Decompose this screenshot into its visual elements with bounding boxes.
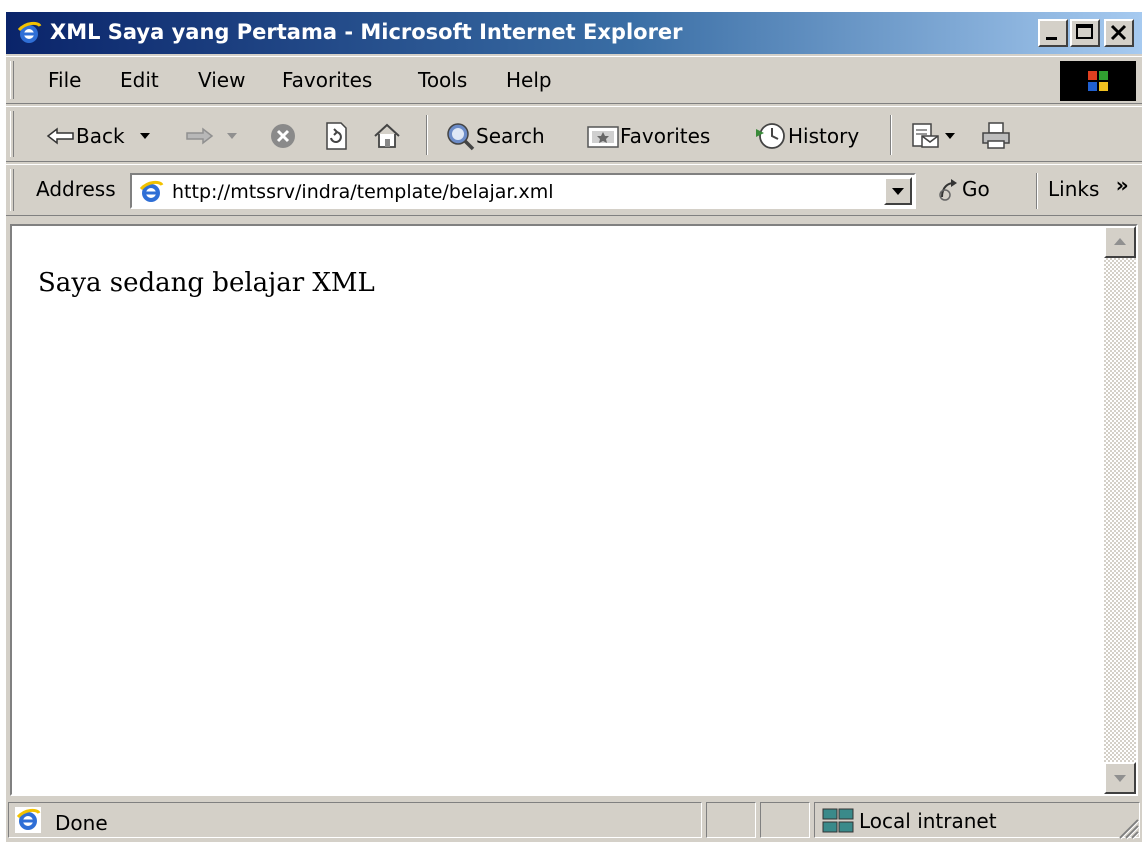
mail-icon — [912, 123, 939, 148]
address-label: Address — [36, 177, 116, 201]
security-zone-text: Local intranet — [859, 809, 997, 833]
title-bar[interactable]: XML Saya yang Pertama - Microsoft Intern… — [6, 12, 1142, 54]
forward-button[interactable] — [184, 121, 238, 151]
maximize-button[interactable] — [1070, 19, 1100, 47]
page-content[interactable]: Saya sedang belajar XML — [10, 224, 1138, 796]
favorites-label: Favorites — [620, 124, 711, 148]
browser-window: XML Saya yang Pertama - Microsoft Intern… — [6, 12, 1142, 842]
search-label: Search — [476, 124, 545, 148]
status-text: Done — [55, 811, 108, 835]
address-bar: Address Go — [6, 164, 1142, 216]
stop-icon — [271, 124, 295, 148]
links-separator — [1036, 173, 1038, 209]
vertical-scrollbar[interactable] — [1104, 226, 1136, 794]
scroll-down-button[interactable] — [1104, 762, 1136, 794]
links-label: Links — [1048, 177, 1100, 201]
arrow-up-icon — [1114, 238, 1126, 245]
forward-arrow-icon — [186, 127, 214, 145]
print-button[interactable] — [980, 121, 1012, 151]
windows-logo-icon — [1060, 61, 1136, 101]
history-button[interactable]: History — [754, 121, 859, 151]
search-button[interactable]: Search — [444, 121, 545, 151]
menu-view[interactable]: View — [198, 68, 245, 92]
status-pane-main: Done — [8, 802, 702, 838]
status-pane-security — [760, 802, 810, 838]
address-field[interactable] — [130, 173, 916, 209]
go-button[interactable]: Go — [938, 177, 990, 201]
menu-help[interactable]: Help — [506, 68, 552, 92]
home-button[interactable] — [372, 121, 402, 151]
status-bar: Done Local intranet — [6, 798, 1142, 842]
stop-button[interactable] — [268, 121, 298, 151]
refresh-icon — [326, 122, 347, 150]
toolbar-grip[interactable] — [10, 111, 14, 157]
arrow-down-icon — [1114, 775, 1126, 782]
scroll-up-button[interactable] — [1104, 226, 1136, 258]
window-title: XML Saya yang Pertama - Microsoft Intern… — [50, 20, 683, 44]
minimize-button[interactable] — [1038, 19, 1068, 47]
toolbar-separator — [426, 115, 428, 155]
back-button[interactable]: Back — [46, 121, 151, 151]
menu-bar: File Edit View Favorites Tools Help — [6, 56, 1142, 104]
home-icon — [374, 123, 400, 148]
favorites-icon — [587, 126, 619, 148]
page-body-text: Saya sedang belajar XML — [38, 268, 375, 298]
resize-grip-icon[interactable] — [1112, 812, 1140, 840]
ie-logo-icon — [17, 21, 42, 43]
search-icon — [447, 123, 475, 151]
done-page-icon — [15, 807, 41, 833]
minimize-icon — [1046, 37, 1057, 40]
intranet-zone-icon — [822, 808, 854, 833]
toolbar-separator-2 — [890, 115, 892, 155]
close-button[interactable] — [1104, 19, 1134, 47]
back-label: Back — [76, 124, 125, 148]
back-arrow-icon — [46, 127, 74, 145]
menu-tools[interactable]: Tools — [418, 68, 467, 92]
history-label: History — [788, 124, 860, 148]
address-dropdown-button[interactable] — [884, 177, 912, 205]
printer-icon — [982, 122, 1010, 149]
forward-dropdown-icon[interactable] — [226, 131, 238, 141]
maximize-icon — [1076, 24, 1093, 39]
chevron-down-icon — [892, 188, 904, 195]
address-input[interactable] — [172, 179, 832, 205]
close-icon — [1110, 24, 1127, 41]
back-dropdown-icon[interactable] — [139, 131, 151, 141]
links-chevron[interactable]: » — [1116, 173, 1129, 197]
history-icon — [756, 123, 785, 149]
status-pane-zone[interactable]: Local intranet — [814, 802, 1140, 838]
refresh-button[interactable] — [322, 121, 350, 151]
address-grip[interactable] — [10, 169, 14, 211]
go-label: Go — [962, 177, 990, 201]
menu-favorites[interactable]: Favorites — [282, 68, 372, 92]
menu-edit[interactable]: Edit — [120, 68, 159, 92]
status-pane-progress — [706, 802, 756, 838]
go-arrow-icon — [939, 179, 957, 201]
mail-dropdown-icon[interactable] — [944, 131, 956, 141]
page-ie-icon — [138, 179, 164, 205]
standard-toolbar: Back Search Favorites History — [6, 106, 1142, 162]
menu-grip[interactable] — [10, 61, 14, 99]
links-button[interactable]: Links » — [1048, 173, 1129, 201]
mail-button[interactable] — [910, 121, 956, 151]
favorites-button[interactable]: Favorites — [586, 121, 710, 151]
menu-file[interactable]: File — [48, 68, 81, 92]
